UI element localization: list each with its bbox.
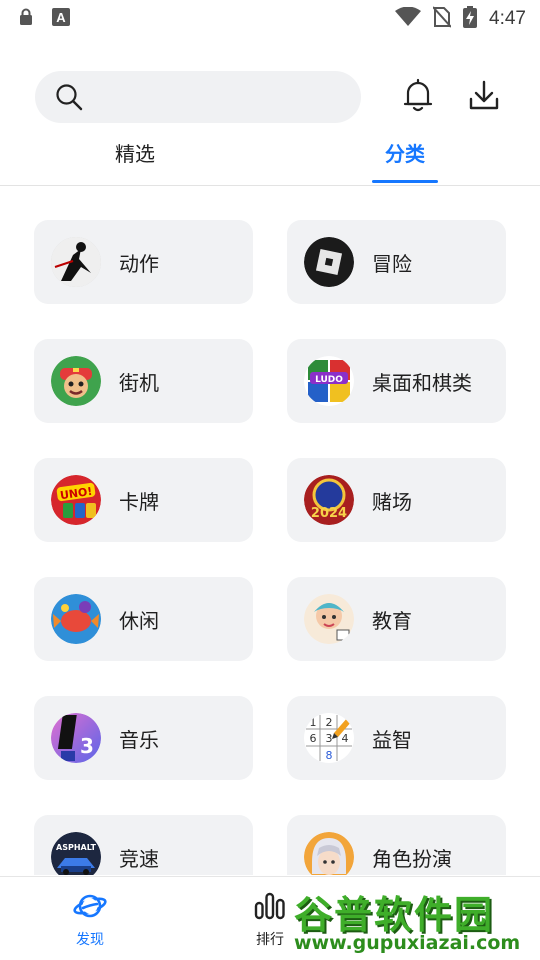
svg-text:2024: 2024 — [311, 506, 347, 521]
category-card-music[interactable]: 3 音乐 — [34, 696, 253, 780]
svg-text:3: 3 — [326, 732, 333, 745]
nav-discover-label: 发现 — [76, 932, 104, 948]
category-label: 教育 — [372, 608, 412, 633]
active-tab-indicator — [372, 180, 438, 183]
watermark-title: 谷普软件园 — [294, 893, 495, 937]
svg-text:ASPHALT: ASPHALT — [56, 843, 96, 852]
category-card-roleplay[interactable]: 角色扮演 — [287, 815, 506, 875]
music-game-thumb: 3 — [51, 713, 101, 763]
category-card-adventure[interactable]: 冒险 — [287, 220, 506, 304]
racing-game-thumb: ASPHALT — [51, 832, 101, 875]
category-card-casual[interactable]: 休闲 — [34, 577, 253, 661]
category-card-racing[interactable]: ASPHALT 竞速 — [34, 815, 253, 875]
wifi-icon — [395, 6, 422, 31]
nav-discover[interactable]: 发现 — [45, 891, 135, 949]
category-label: 卡牌 — [119, 489, 159, 514]
svg-text:2: 2 — [326, 716, 333, 729]
watermark: 谷普软件园 www.gupuxiazai.com — [294, 884, 540, 960]
search-input[interactable] — [95, 71, 345, 123]
category-label: 赌场 — [372, 489, 412, 514]
education-game-thumb — [304, 594, 354, 644]
no-sim-icon — [432, 6, 452, 32]
svg-text:8: 8 — [326, 749, 333, 762]
download-icon[interactable] — [468, 79, 500, 115]
category-label: 竞速 — [119, 846, 159, 871]
category-label: 桌面和棋类 — [372, 370, 472, 395]
ranking-icon[interactable] — [253, 891, 287, 925]
font-icon: A — [52, 8, 70, 30]
roleplay-game-thumb — [304, 832, 354, 875]
status-bar: A 4:47 — [0, 0, 540, 36]
clock: 4:47 — [489, 8, 526, 29]
category-label: 动作 — [119, 251, 159, 276]
planet-icon[interactable] — [73, 891, 107, 925]
svg-text:A: A — [56, 10, 66, 25]
category-label: 益智 — [372, 727, 412, 752]
notifications-button[interactable] — [395, 74, 441, 120]
category-card-card[interactable]: UNO! 卡牌 — [34, 458, 253, 542]
casual-game-thumb — [51, 594, 101, 644]
category-label: 休闲 — [119, 608, 159, 633]
board-game-thumb: LUDO — [304, 356, 354, 406]
downloads-button[interactable] — [461, 74, 507, 120]
category-label: 角色扮演 — [372, 846, 452, 871]
tab-bar: 精选 分类 — [0, 130, 540, 186]
category-grid: 动作 冒险 街机 LUDO 桌面和棋类 UNO! 卡牌 2024 赌场 休闲 教… — [34, 220, 506, 875]
action-game-thumb — [51, 237, 101, 287]
svg-text:6: 6 — [310, 732, 317, 745]
watermark-url: www.gupuxiazai.com — [294, 932, 521, 954]
battery-charging-icon — [463, 6, 478, 32]
category-label: 音乐 — [119, 727, 159, 752]
category-card-board[interactable]: LUDO 桌面和棋类 — [287, 339, 506, 423]
svg-text:1: 1 — [310, 716, 317, 729]
svg-text:3: 3 — [80, 734, 94, 758]
search-bar[interactable] — [35, 71, 361, 123]
search-icon[interactable] — [55, 83, 83, 115]
tab-categories[interactable]: 分类 — [372, 138, 438, 178]
bell-icon[interactable] — [403, 78, 433, 116]
svg-text:LUDO: LUDO — [315, 375, 343, 385]
category-label: 街机 — [119, 370, 159, 395]
casino-game-thumb: 2024 — [304, 475, 354, 525]
lock-icon — [18, 8, 34, 30]
nav-ranking-label: 排行 — [256, 932, 284, 948]
category-card-action[interactable]: 动作 — [34, 220, 253, 304]
category-card-puzzle[interactable]: 126348 益智 — [287, 696, 506, 780]
arcade-game-thumb — [51, 356, 101, 406]
category-card-education[interactable]: 教育 — [287, 577, 506, 661]
svg-text:4: 4 — [342, 732, 349, 745]
category-card-arcade[interactable]: 街机 — [34, 339, 253, 423]
card-game-thumb: UNO! — [51, 475, 101, 525]
puzzle-game-thumb: 126348 — [304, 713, 354, 763]
category-label: 冒险 — [372, 251, 412, 276]
category-card-casino[interactable]: 2024 赌场 — [287, 458, 506, 542]
adventure-game-thumb — [304, 237, 354, 287]
tab-featured[interactable]: 精选 — [95, 138, 175, 178]
